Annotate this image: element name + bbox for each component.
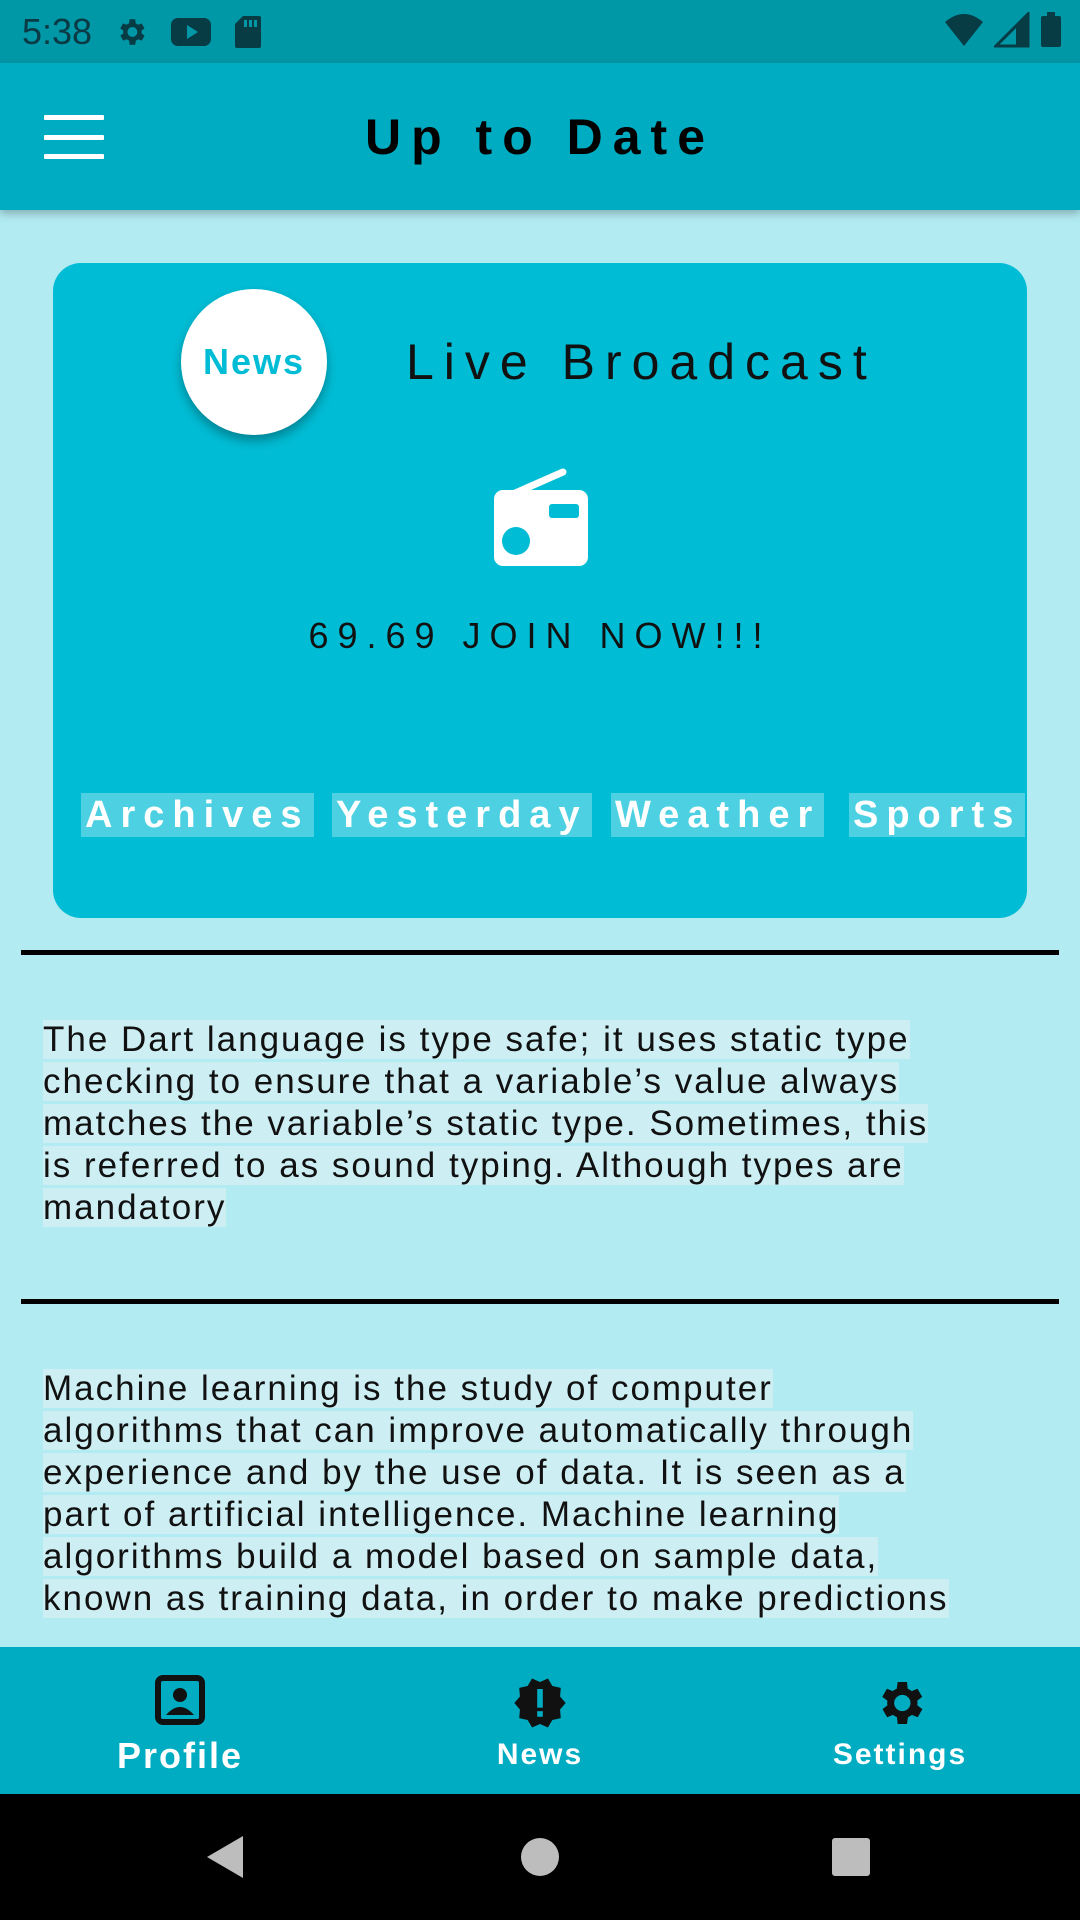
article-line: checking to ensure that a variable’s val… [43, 1062, 900, 1101]
chip-weather[interactable]: Weather [611, 793, 825, 837]
article-line: algorithms that can improve automaticall… [43, 1411, 914, 1450]
home-icon[interactable] [520, 1837, 560, 1882]
signal-icon [992, 10, 1030, 53]
nav-profile[interactable]: Profile [100, 1647, 260, 1794]
card-title: Live Broadcast [406, 334, 877, 390]
article-line: Machine learning is the study of compute… [43, 1369, 773, 1408]
article-line: algorithms build a model based on sample… [43, 1537, 879, 1576]
divider [21, 950, 1059, 955]
article-line: matches the variable’s static type. Some… [43, 1104, 929, 1143]
recents-icon[interactable] [831, 1837, 871, 1882]
chip-archives[interactable]: Archives [81, 793, 314, 837]
nav-label: Profile [116, 1735, 244, 1776]
article-line: is referred to as sound typing. Although… [43, 1146, 904, 1185]
divider [21, 1299, 1059, 1304]
article-line: experience and by the use of data. It is… [43, 1453, 906, 1492]
gear-icon [114, 15, 148, 49]
nav-label: Settings [832, 1738, 968, 1771]
article-text: The Dart language is type safe; it uses … [43, 1019, 1043, 1229]
article-line: mandatory [43, 1188, 227, 1227]
article-line: The Dart language is type safe; it uses … [43, 1020, 910, 1059]
app-title: Up to Date [365, 108, 715, 165]
status-bar: 5:38 [0, 0, 1080, 63]
nav-label: News [496, 1738, 584, 1771]
status-right-icons [944, 10, 1062, 53]
app-bar: Up to Date [0, 63, 1080, 210]
article-text: Machine learning is the study of compute… [43, 1368, 1043, 1620]
article-line: known as training data, in order to make… [43, 1579, 949, 1618]
back-icon[interactable] [205, 1834, 245, 1885]
youtube-icon [170, 16, 212, 48]
radio-icon [491, 466, 591, 573]
live-broadcast-card: News Live Broadcast 69.69 JOIN NOW!!! Ar… [53, 263, 1027, 918]
news-badge[interactable]: News [181, 289, 327, 435]
profile-icon [155, 1675, 205, 1730]
nav-news[interactable]: News [460, 1647, 620, 1794]
chip-sports[interactable]: Sports [849, 793, 1026, 837]
chip-yesterday[interactable]: Yesterday [332, 793, 592, 837]
article-line: part of artificial intelligence. Machine… [43, 1495, 840, 1534]
system-navigation-bar [0, 1794, 1080, 1920]
battery-icon [1040, 12, 1062, 53]
settings-icon [872, 1675, 928, 1736]
menu-icon[interactable] [44, 115, 104, 159]
alert-badge-icon [512, 1675, 568, 1736]
join-now-text: 69.69 JOIN NOW!!! [308, 615, 772, 656]
sd-card-icon [234, 15, 262, 49]
wifi-icon [944, 12, 984, 53]
nav-settings[interactable]: Settings [810, 1647, 990, 1794]
status-time: 5:38 [22, 10, 93, 52]
bottom-navigation: Profile News Settings [0, 1647, 1080, 1794]
